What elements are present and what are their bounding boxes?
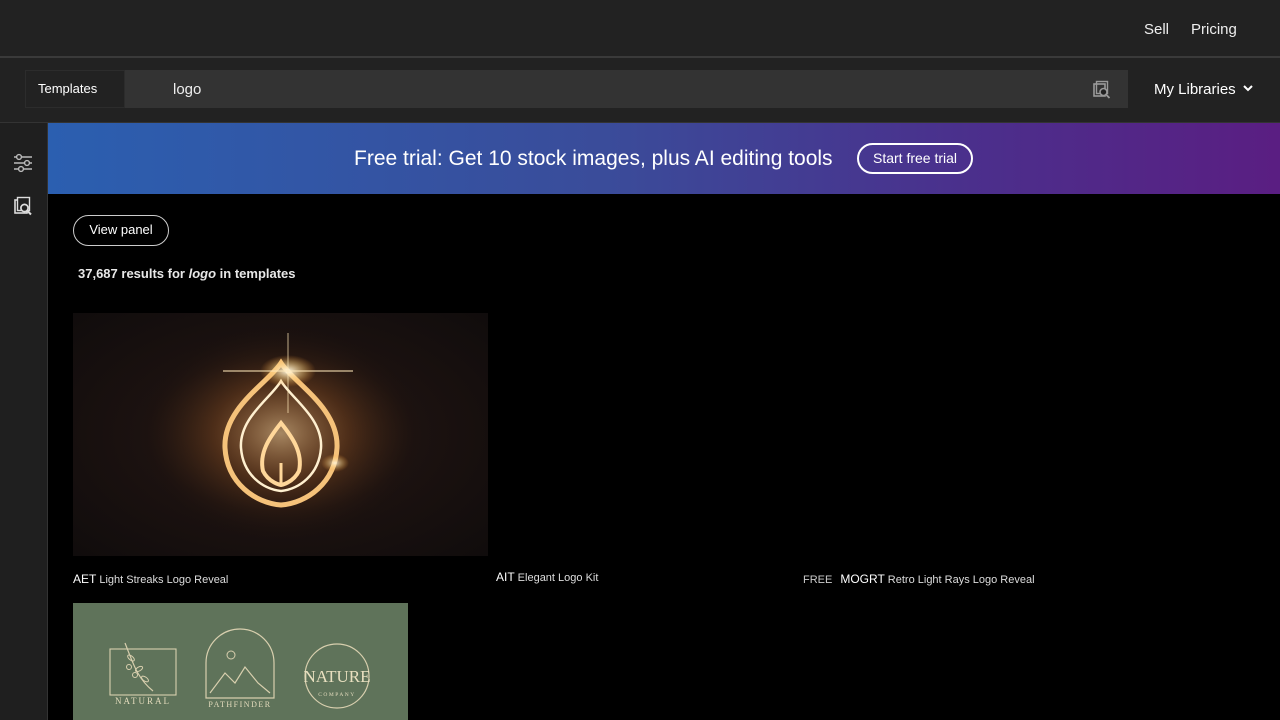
top-bar: Sell Pricing [0,0,1280,58]
results-count: 37,687 results for logo in templates [78,266,296,281]
results-term: logo [188,266,217,281]
free-trial-banner: Free trial: Get 10 stock images, plus AI… [48,123,1280,194]
sliders-icon[interactable] [12,152,34,174]
results-count-number: 37,687 [78,266,118,281]
start-free-trial-button[interactable]: Start free trial [857,143,973,174]
format-badge: MOGRT [840,572,885,586]
template-thumbnail-light-streaks[interactable] [73,313,488,556]
glowing-logo-image [131,318,431,548]
nature-logo-text: NATURE [303,667,370,686]
template-caption-1[interactable]: AET Light Streaks Logo Reveal [73,572,228,586]
view-panel-button[interactable]: View panel [73,215,169,246]
left-sidebar [0,123,48,720]
banner-text: Free trial: Get 10 stock images, plus AI… [354,147,833,170]
results-prefix: results for [121,266,185,281]
chevron-down-icon [1242,81,1254,98]
template-title: Elegant Logo Kit [517,572,599,584]
image-search-icon[interactable] [12,195,34,217]
template-caption-3[interactable]: FREE MOGRT Retro Light Rays Logo Reveal [803,572,1035,586]
my-libraries-menu[interactable]: My Libraries [1154,81,1254,98]
template-thumbnail-elegant-logo-kit[interactable]: NATURAL PATHFINDER NATURE COMPANY [73,603,408,720]
template-caption-2[interactable]: AIT Elegant Logo Kit [496,570,598,584]
format-badge: AIT [496,570,515,584]
natural-logo-text: NATURAL [115,696,171,706]
search-scope-dropdown[interactable]: Templates [25,70,125,108]
search-bar-row: Templates My Libraries [0,58,1280,123]
template-title: Retro Light Rays Logo Reveal [887,574,1035,586]
my-libraries-label: My Libraries [1154,81,1236,98]
company-logo-text: COMPANY [318,692,356,698]
results-suffix: in templates [219,266,296,281]
search-input[interactable] [125,70,1128,108]
nav-pricing-link[interactable]: Pricing [1191,21,1237,38]
image-search-icon[interactable] [1092,80,1112,100]
free-badge: FREE [803,574,833,586]
pathfinder-logo-text: PATHFINDER [208,700,271,709]
nav-sell-link[interactable]: Sell [1144,21,1169,38]
template-title: Light Streaks Logo Reveal [99,574,229,586]
format-badge: AET [73,572,97,586]
nature-logos-image: NATURAL PATHFINDER NATURE COMPANY [109,628,371,709]
